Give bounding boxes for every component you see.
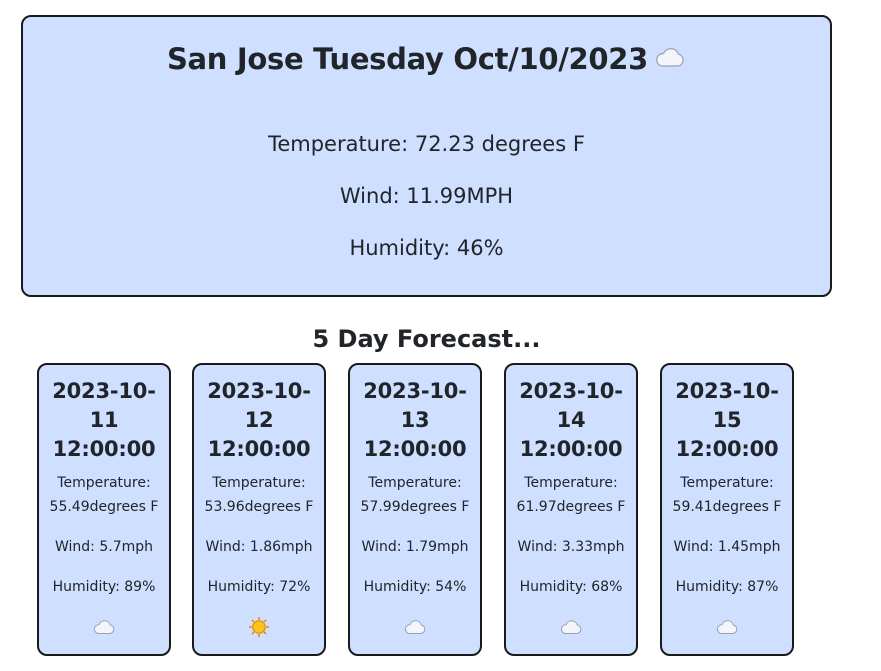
- forecast-temperature-label: Temperature:: [680, 475, 774, 491]
- forecast-day-card: 2023-10- 14 12:00:00 Temperature: 61.97degr…: [504, 363, 638, 656]
- forecast-date-part: 2023-10-: [519, 379, 623, 403]
- current-humidity: Humidity: 46%: [349, 236, 504, 260]
- forecast-humidity: Humidity: 68%: [519, 579, 623, 595]
- forecast-temperature-value: 59.41degrees F: [672, 499, 782, 515]
- forecast-temperature-value: 61.97degrees F: [516, 499, 626, 515]
- forecast-temperature: Temperature: 59.41degrees F: [664, 471, 790, 519]
- forecast-wind: Wind: 1.79mph: [361, 539, 469, 555]
- current-wind: Wind: 11.99MPH: [339, 184, 514, 208]
- forecast-date: 2023-10- 12 12:00:00: [198, 377, 320, 464]
- forecast-wind: Wind: 5.7mph: [54, 539, 153, 555]
- forecast-wind: Wind: 1.45mph: [673, 539, 781, 555]
- forecast-temperature-label: Temperature:: [524, 475, 618, 491]
- forecast-wind: Wind: 1.86mph: [205, 539, 313, 555]
- forecast-day-card: 2023-10- 15 12:00:00 Temperature: 59.41degr…: [660, 363, 794, 656]
- forecast-time: 12:00:00: [519, 437, 623, 461]
- forecast-temperature-label: Temperature:: [57, 475, 151, 491]
- forecast-date-part: 13: [400, 408, 430, 432]
- forecast-temperature: Temperature: 61.97degrees F: [508, 471, 634, 519]
- forecast-date-part: 2023-10-: [52, 379, 156, 403]
- forecast-date: 2023-10- 15 12:00:00: [666, 377, 788, 464]
- forecast-humidity: Humidity: 72%: [207, 579, 311, 595]
- forecast-time: 12:00:00: [363, 437, 467, 461]
- forecast-temperature-value: 55.49degrees F: [49, 499, 159, 515]
- forecast-humidity: Humidity: 89%: [52, 579, 156, 595]
- cloud-icon: [350, 616, 480, 638]
- cloud-icon: [662, 616, 792, 638]
- current-weather-card: San Jose Tuesday Oct/10/2023 Temperature…: [21, 15, 832, 297]
- forecast-temperature-label: Temperature:: [212, 475, 306, 491]
- forecast-wind: Wind: 3.33mph: [517, 539, 625, 555]
- forecast-date-part: 12: [244, 408, 274, 432]
- forecast-time: 12:00:00: [207, 437, 311, 461]
- forecast-date: 2023-10- 11 12:00:00: [43, 377, 165, 464]
- forecast-date-part: 2023-10-: [207, 379, 311, 403]
- current-city-date: San Jose Tuesday Oct/10/2023: [166, 42, 649, 76]
- current-weather-title: San Jose Tuesday Oct/10/2023: [23, 39, 830, 81]
- forecast-time: 12:00:00: [52, 437, 156, 461]
- forecast-date-part: 2023-10-: [675, 379, 779, 403]
- forecast-date-part: 15: [712, 408, 742, 432]
- forecast-time: 12:00:00: [675, 437, 779, 461]
- current-temperature: Temperature: 72.23 degrees F: [268, 132, 585, 156]
- forecast-temperature: Temperature: 57.99degrees F: [352, 471, 478, 519]
- forecast-date-part: 2023-10-: [363, 379, 467, 403]
- forecast-date-part: 11: [89, 408, 119, 432]
- forecast-day-card: 2023-10- 11 12:00:00 Temperature: 55.49degr…: [37, 363, 171, 656]
- forecast-date-part: 14: [556, 408, 586, 432]
- forecast-humidity: Humidity: 54%: [363, 579, 467, 595]
- cloud-icon: [39, 616, 169, 638]
- cloud-icon: [654, 38, 686, 78]
- forecast-temperature: Temperature: 53.96degrees F: [196, 471, 322, 519]
- forecast-temperature-label: Temperature:: [368, 475, 462, 491]
- cloud-icon: [506, 616, 636, 638]
- forecast-temperature-value: 53.96degrees F: [204, 499, 314, 515]
- forecast-date: 2023-10- 13 12:00:00: [354, 377, 476, 464]
- forecast-day-card: 2023-10- 12 12:00:00 Temperature: 53.96degr…: [192, 363, 326, 656]
- forecast-day-card: 2023-10- 13 12:00:00 Temperature: 57.99degr…: [348, 363, 482, 656]
- forecast-temperature: Temperature: 55.49degrees F: [41, 471, 167, 519]
- forecast-date: 2023-10- 14 12:00:00: [510, 377, 632, 464]
- forecast-temperature-value: 57.99degrees F: [360, 499, 470, 515]
- sun-icon: [194, 616, 324, 638]
- forecast-heading: 5 Day Forecast...: [312, 325, 541, 353]
- forecast-humidity: Humidity: 87%: [675, 579, 779, 595]
